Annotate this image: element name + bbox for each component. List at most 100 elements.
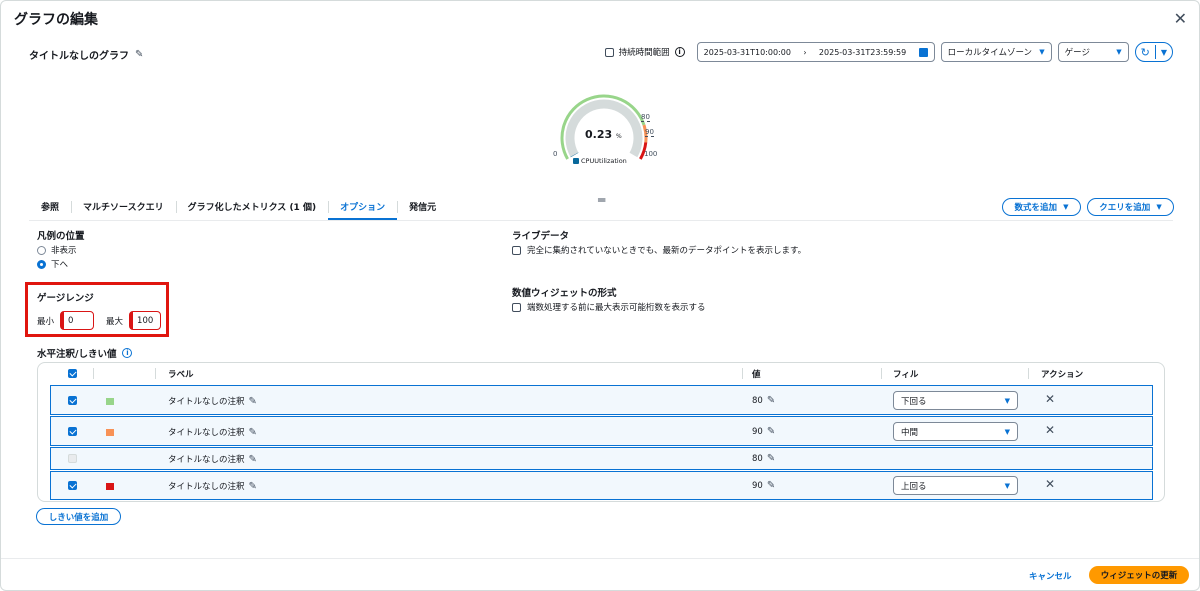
pencil-icon[interactable]: ✎ [249, 396, 257, 407]
pencil-icon[interactable]: ✎ [249, 481, 257, 492]
fill-select[interactable]: 上回る ▼ [893, 476, 1018, 495]
gauge-range-title: ゲージレンジ [37, 293, 94, 304]
table-header: ラベル 値 フィル アクション [38, 363, 1164, 384]
add-formula-label: 数式を追加 [1014, 203, 1058, 213]
modal-title: グラフの編集 [14, 12, 98, 28]
table-row: タイトルなしの注釈 ✎ 90 ✎ 上回る ▼ ✕ [50, 471, 1153, 500]
annotation-value[interactable]: 90 ✎ [752, 480, 775, 491]
number-format-checkbox[interactable] [512, 302, 521, 312]
header-fill: フィル [893, 370, 919, 380]
remove-icon[interactable]: ✕ [1045, 423, 1055, 437]
tab-multi-source-query[interactable]: マルチソースクエリ [71, 196, 176, 220]
chevron-right-icon: › [803, 47, 807, 57]
caret-down-icon: ▼ [1116, 48, 1122, 56]
row-checkbox[interactable] [68, 427, 77, 436]
pencil-icon[interactable]: ✎ [135, 49, 143, 60]
pencil-icon[interactable]: ✎ [767, 426, 775, 437]
gauge-min-input[interactable]: 0 [60, 311, 95, 330]
row-checkbox[interactable] [68, 481, 77, 490]
live-data-checkbox[interactable] [512, 245, 521, 255]
tab-source[interactable]: 発信元 [397, 196, 448, 220]
info-icon[interactable]: i [674, 47, 685, 57]
annotation-label-text: タイトルなしの注釈 [168, 482, 245, 492]
pencil-icon[interactable]: ✎ [767, 453, 775, 464]
toolbar: 持続時間範囲 i 2025-03-31T10:00:00 › 2025-03-3… [604, 42, 1173, 62]
gauge-unit: % [615, 133, 622, 140]
pencil-icon[interactable]: ✎ [249, 427, 257, 438]
add-formula-button[interactable]: 数式を追加 ▼ [1002, 198, 1081, 216]
graph-title-text: タイトルなしのグラフ [29, 51, 129, 62]
persist-range-toggle[interactable]: 持続時間範囲 i [604, 46, 685, 58]
persist-checkbox[interactable] [604, 47, 614, 57]
header-value: 値 [752, 370, 761, 380]
radio-hidden-label: 非表示 [51, 246, 77, 256]
fill-value: 下回る [901, 396, 927, 407]
radio-hidden[interactable]: 非表示 [37, 244, 77, 256]
annotation-label[interactable]: タイトルなしの注釈 ✎ [168, 426, 257, 439]
graph-title[interactable]: タイトルなしのグラフ ✎ [29, 47, 143, 62]
select-all-checkbox[interactable] [68, 369, 77, 378]
color-swatch[interactable] [106, 398, 114, 405]
annotation-value[interactable]: 80 ✎ [752, 453, 775, 464]
tab-browse[interactable]: 参照 [29, 196, 71, 220]
radio-button[interactable] [37, 245, 46, 255]
tab-bar: 参照 マルチソースクエリ グラフ化したメトリクス (1 個) オプション 発信元 [29, 196, 448, 220]
pencil-icon[interactable]: ✎ [249, 454, 257, 465]
add-query-button[interactable]: クエリを追加 ▼ [1087, 198, 1174, 216]
legend-position-title: 凡例の位置 [37, 231, 85, 242]
annotations-title: 水平注釈/しきい値 i [37, 346, 133, 360]
divider [881, 368, 882, 379]
timezone-select[interactable]: ローカルタイムゾーン ▼ [940, 42, 1052, 62]
persist-label: 持続時間範囲 [618, 48, 670, 58]
gauge-max-input[interactable]: 100 [129, 311, 162, 330]
color-swatch[interactable] [106, 483, 114, 490]
live-data-label: 完全に集約されていないときでも、最新のデータポイントを表示します。 [527, 246, 807, 256]
edit-graph-modal: グラフの編集 ✕ タイトルなしのグラフ ✎ 持続時間範囲 i 2025-03-3… [0, 0, 1200, 591]
annotation-label[interactable]: タイトルなしの注釈 ✎ [168, 453, 257, 466]
resize-handle-icon[interactable]: ═ [598, 193, 605, 207]
annotation-value[interactable]: 80 ✎ [752, 395, 775, 406]
add-threshold-button[interactable]: しきい値を追加 [36, 508, 121, 525]
remove-icon[interactable]: ✕ [1045, 477, 1055, 491]
calendar-icon[interactable] [918, 47, 928, 57]
update-widget-button[interactable]: ウィジェットの更新 [1089, 566, 1189, 584]
number-format-label: 端数処理する前に最大表示可能桁数を表示する [527, 303, 706, 313]
cancel-button[interactable]: キャンセル [1029, 570, 1072, 582]
legend-swatch [573, 158, 579, 164]
pencil-icon[interactable]: ✎ [767, 480, 775, 491]
caret-down-icon: ▼ [1004, 481, 1010, 490]
tab-options[interactable]: オプション [328, 196, 398, 220]
annotation-value[interactable]: 90 ✎ [752, 426, 775, 437]
table-row: タイトルなしの注釈 ✎ 80 ✎ 下回る ▼ ✕ [50, 385, 1153, 415]
time-range-picker[interactable]: 2025-03-31T10:00:00 › 2025-03-31T23:59:5… [696, 42, 935, 62]
footer-divider [1, 558, 1199, 559]
color-swatch[interactable] [106, 429, 114, 436]
gauge-value: 0.23 % [585, 128, 622, 141]
row-checkbox[interactable] [68, 396, 77, 405]
table-row: タイトルなしの注釈 ✎ 80 ✎ [50, 447, 1153, 470]
gauge-max-field-label: 最大 [106, 316, 124, 327]
info-icon[interactable]: i [122, 348, 133, 358]
divider [742, 368, 743, 379]
annotation-label[interactable]: タイトルなしの注釈 ✎ [168, 480, 257, 493]
radio-button[interactable] [37, 259, 46, 269]
divider [1028, 368, 1029, 379]
live-data-option[interactable]: 完全に集約されていないときでも、最新のデータポイントを表示します。 [512, 244, 806, 256]
gauge-value-number: 0.23 [585, 128, 613, 141]
refresh-options-caret-icon[interactable]: ▼ [1156, 48, 1172, 57]
annotations-title-text: 水平注釈/しきい値 [37, 349, 117, 360]
number-format-option[interactable]: 端数処理する前に最大表示可能桁数を表示する [512, 301, 706, 313]
fill-select[interactable]: 下回る ▼ [893, 391, 1018, 410]
annotation-label-text: タイトルなしの注釈 [168, 428, 245, 438]
gauge-threshold-90-label: 90 [645, 128, 654, 137]
close-icon[interactable]: ✕ [1174, 9, 1187, 28]
remove-icon[interactable]: ✕ [1045, 392, 1055, 406]
pencil-icon[interactable]: ✎ [767, 395, 775, 406]
fill-select[interactable]: 中間 ▼ [893, 422, 1018, 441]
tab-graphed-metrics[interactable]: グラフ化したメトリクス (1 個) [175, 196, 329, 220]
range-start: 2025-03-31T10:00:00 [703, 47, 791, 57]
widget-type-select[interactable]: ゲージ ▼ [1057, 42, 1129, 62]
radio-bottom[interactable]: 下へ [37, 258, 68, 270]
annotation-label[interactable]: タイトルなしの注釈 ✎ [168, 395, 257, 408]
refresh-icon[interactable]: ↻ [1136, 46, 1155, 59]
